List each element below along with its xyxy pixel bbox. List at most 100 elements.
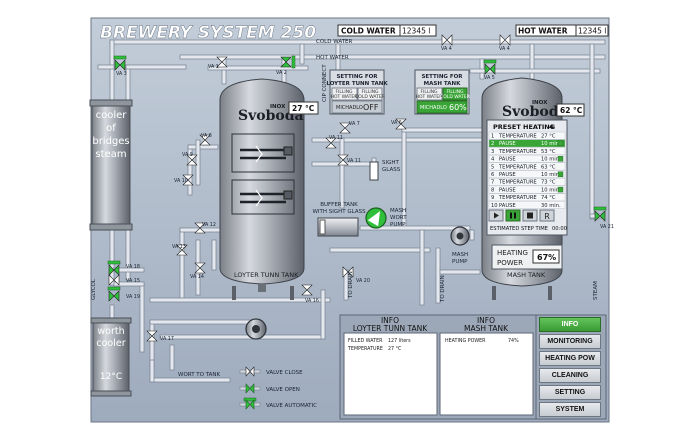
legend-valve-close-label: VALVE CLOSE	[266, 370, 303, 376]
reset-label: R	[544, 212, 550, 221]
preset-step-number: 5	[491, 164, 494, 170]
mash-pump-label-2: PUMP	[452, 259, 468, 265]
preset-step-value: 63 °C	[541, 164, 556, 170]
preset-heating-panel: PRESET HEATING 4 1 TEMPERATURE 27 °C 2 PAUSE…	[486, 119, 568, 236]
preset-step-row[interactable]: 10 PAUSE 30 min.	[488, 201, 566, 209]
preset-step-row[interactable]: 6 PAUSE 10 min.	[488, 170, 566, 179]
mash-setting-title-1: SETTING FOR	[421, 74, 463, 80]
valve-label: VA 2	[276, 70, 287, 76]
valve-label: VA 14	[190, 274, 204, 280]
valve-label: VA 4	[441, 46, 452, 52]
preset-step-flag-icon	[557, 186, 564, 193]
preset-step-row[interactable]: 3 TEMPERATURE 53 °C	[488, 147, 566, 155]
preset-step-row[interactable]: 7 TEMPERATURE 73 °C	[488, 177, 566, 186]
loyter-temperature-display: 27 °C	[288, 101, 319, 115]
preset-number: 4	[549, 123, 554, 131]
glycol-label: GLYCOL	[91, 278, 97, 300]
preset-step-flag-icon	[557, 156, 564, 162]
preset-steps: 1 TEMPERATURE 27 °C2 PAUSE 10 min.3 TEMPERATU…	[488, 131, 566, 209]
loyter-setting-title-2: LOYTER TUNN TANK	[326, 81, 388, 87]
to-drain-label-1: TO DRAIN	[348, 271, 354, 299]
preset-step-name: PAUSE	[499, 172, 516, 178]
preset-step-row[interactable]: 1 TEMPERATURE 27 °C	[488, 131, 566, 140]
mash-mode-state: 60%	[449, 103, 467, 112]
preset-step-number: 7	[491, 180, 494, 186]
preset-step-number: 10	[491, 203, 498, 209]
mash-temperature-display: 62 °C	[556, 103, 585, 117]
buffer-tank-label-1: BUFFER TANK	[320, 202, 358, 208]
info-loyter-row-value: 127 liters	[388, 338, 411, 344]
cooler-label-1: cooler	[96, 110, 128, 121]
valve-label: VA 11	[329, 135, 343, 141]
steam-label: STEAM	[593, 281, 599, 300]
info-panel: INFO LOYTER TUNN TANK INFO MASH TANK FIL…	[339, 314, 537, 420]
wort-to-tank-label: WORT TO TANK	[178, 372, 221, 378]
preset-step-name: TEMPERATURE	[498, 149, 537, 155]
mash-fill-hot-2: HOT WATER	[416, 94, 443, 100]
menu-system-button[interactable]: SYSTEM	[539, 402, 601, 417]
valve-label: VA 8	[201, 133, 212, 139]
preset-step-value: 53 °C	[541, 149, 556, 155]
valve-label: VA 3	[116, 71, 127, 77]
preset-step-name: TEMPERATURE	[498, 180, 537, 186]
loyter-brand-small: INOX	[270, 104, 286, 110]
sight-glass-label-2: GLASS	[382, 167, 401, 173]
cold-water-value: 12345 l	[402, 27, 430, 36]
preset-step-row[interactable]: 5 TEMPERATURE 63 °C	[488, 162, 566, 171]
cold-water-display: COLD WATER 12345 l	[337, 24, 437, 37]
bottom-pump[interactable]	[245, 318, 267, 340]
mash-tank-name: MASH TANK	[507, 271, 546, 279]
valve-label: VA 12	[202, 222, 216, 228]
mash-wort-pump-label-3: PUMP	[390, 222, 406, 228]
preset-step-name: TEMPERATURE	[498, 195, 537, 201]
mash-brand-small: INOX	[532, 100, 548, 106]
loyter-setting-panel: SETTING FOR LOYTER TUNN TANK FILLING HOT…	[326, 69, 388, 115]
preset-step-row[interactable]: 2 PAUSE 10 min.	[488, 139, 566, 148]
valve-label: VA 6	[391, 120, 402, 126]
loyter-fill-hot-2: HOT WATER	[331, 94, 358, 100]
hot-water-pipe-label: HOT WATER	[316, 55, 349, 61]
info-mash-row-value: 74%	[508, 338, 519, 344]
valve-label: VA 4	[499, 46, 510, 52]
loyter-fill-cold-2: COLD WATER	[355, 94, 385, 100]
buffer-tank-label-2: WITH SIGHT GLASS	[312, 209, 366, 215]
valve-label: VA 19	[126, 294, 140, 300]
legend-valve-open-label: VALVE OPEN	[266, 387, 300, 393]
preset-step-row[interactable]: 9 TEMPERATURE 74 °C	[488, 193, 566, 202]
preset-step-name: TEMPERATURE	[498, 164, 537, 170]
worth-cooler-label-1: worth	[97, 326, 124, 337]
preset-step-row[interactable]: 4 PAUSE 10 min.	[488, 154, 566, 163]
loyter-mode-label: MICHADLO	[336, 105, 363, 111]
valve-label: VA 21	[600, 224, 614, 230]
valve-label: VA 17	[160, 336, 174, 342]
valve-label: VA 15	[126, 278, 140, 284]
preset-step-flag-icon	[557, 140, 564, 147]
menu-heating-power-button[interactable]: HEATING POW	[539, 351, 601, 366]
worth-cooler: worth cooler 12°C	[90, 317, 132, 397]
estimated-step-value: 00:00	[552, 226, 567, 232]
menu-cleaning-button[interactable]: CLEANING	[539, 368, 601, 383]
preset-step-value: 73 °C	[541, 180, 556, 186]
mash-fill-cold-2: COLD WATER	[440, 94, 470, 100]
valve-label: VA 11	[347, 158, 361, 164]
menu-setting-button[interactable]: SETTING	[539, 385, 601, 400]
pause-icon	[510, 212, 512, 219]
loyter-setting-title-1: SETTING FOR	[336, 74, 378, 80]
preset-step-value: 27 °C	[541, 134, 556, 140]
pause-button[interactable]	[505, 209, 521, 222]
stop-icon	[527, 212, 533, 219]
preset-step-name: PAUSE	[499, 203, 516, 209]
heating-power-label-2: POWER	[497, 259, 523, 267]
worth-cooler-temperature: 12°C	[100, 372, 122, 382]
valve-label: VA 16	[305, 298, 319, 304]
menu-info-button[interactable]: INFO	[539, 317, 601, 332]
preset-step-row[interactable]: 8 PAUSE 10 min.	[488, 185, 566, 194]
mash-setting-panel: SETTING FOR MASH TANK FILLING HOT WATER …	[414, 69, 470, 115]
valve-label: VA 13	[172, 244, 186, 250]
loyter-mode-state: OFF	[363, 103, 379, 112]
heating-power-value: 67%	[537, 253, 556, 262]
estimated-step-label: ESTIMATED STEP TIME	[490, 226, 548, 232]
preset-step-value: 74 °C	[541, 195, 556, 201]
menu-monitoring-button[interactable]: MONITORING	[539, 334, 601, 349]
loyter-temperature: 27 °C	[292, 104, 315, 113]
